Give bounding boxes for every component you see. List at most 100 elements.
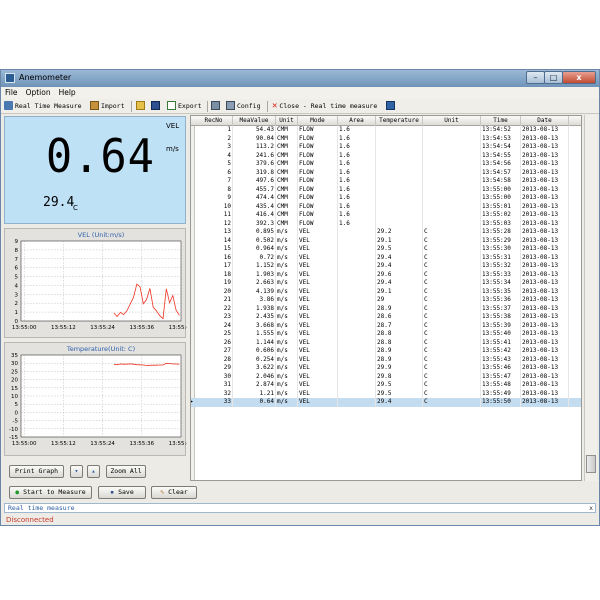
- table-cell: C: [423, 364, 481, 373]
- table-row[interactable]: 5 379.6 CMM FLOW 1.6 13:54:56 2013-08-13: [191, 160, 581, 169]
- zoom-out-button[interactable]: ▾: [70, 465, 83, 478]
- table-row[interactable]: 10 435.4 CMM FLOW 1.6 13:55:01 2013-08-13: [191, 202, 581, 211]
- temperature-chart-svg: Temperature(Unit: C)35302520151050-5-10-…: [9, 345, 187, 447]
- column-header-temperature[interactable]: Temperature: [376, 116, 423, 126]
- open-folder-button[interactable]: [136, 100, 147, 113]
- table-cell: [338, 355, 376, 364]
- status-tab[interactable]: Real time measure x: [4, 503, 596, 513]
- close-real-time-button[interactable]: ✕ Close - Real time measure: [272, 100, 377, 113]
- table-row[interactable]: 25 1.555 m/s VEL 28.8 C 13:55:40 2013-08-13: [191, 330, 581, 339]
- close-window-button[interactable]: x: [562, 71, 596, 84]
- title-bar[interactable]: Anemometer – □ x: [1, 70, 599, 87]
- table-row[interactable]: 12 392.3 CMM FLOW 1.6 13:55:03 2013-08-13: [191, 219, 581, 228]
- table-row[interactable]: 32 1.21 m/s VEL 29.5 C 13:55:49 2013-08-13: [191, 389, 581, 398]
- table-cell: [376, 168, 423, 177]
- scrollbar-thumb[interactable]: [586, 455, 596, 473]
- table-cell: CMM: [276, 143, 298, 152]
- table-row[interactable]: 6 319.8 CMM FLOW 1.6 13:54:57 2013-08-13: [191, 168, 581, 177]
- menu-help[interactable]: Help: [55, 87, 80, 98]
- table-row[interactable]: 4 241.6 CMM FLOW 1.6 13:54:55 2013-08-13: [191, 151, 581, 160]
- table-cell: m/s: [276, 228, 298, 237]
- column-header-area[interactable]: Area: [338, 116, 376, 126]
- column-header-time[interactable]: Time: [481, 116, 521, 126]
- table-cell: 3.86: [233, 296, 276, 305]
- table-row[interactable]: 15 0.964 m/s VEL 29.5 C 13:55:30 2013-08-13: [191, 245, 581, 254]
- table-row[interactable]: 28 0.254 m/s VEL 28.9 C 13:55:43 2013-08-13: [191, 355, 581, 364]
- table-cell: VEL: [298, 372, 338, 381]
- table-cell: [338, 253, 376, 262]
- table-cell: 2013-08-13: [521, 219, 569, 228]
- import-button[interactable]: Import: [90, 100, 124, 113]
- minimize-button[interactable]: –: [526, 71, 545, 84]
- table-cell: VEL: [298, 236, 338, 245]
- table-row[interactable]: 2 90.04 CMM FLOW 1.6 13:54:53 2013-08-13: [191, 134, 581, 143]
- menu-option[interactable]: Option: [22, 87, 55, 98]
- table-row[interactable]: 11 416.4 CMM FLOW 1.6 13:55:02 2013-08-13: [191, 211, 581, 220]
- zoom-in-button[interactable]: ▴: [87, 465, 100, 478]
- export-button[interactable]: Export: [167, 100, 201, 113]
- table-cell: 2013-08-13: [521, 228, 569, 237]
- column-header-recno[interactable]: RecNo: [195, 116, 233, 126]
- clear-button[interactable]: ✎ Clear: [151, 486, 197, 499]
- table-cell: VEL: [298, 330, 338, 339]
- table-cell: 0.502: [233, 236, 276, 245]
- table-row[interactable]: 23 2.435 m/s VEL 28.6 C 13:55:38 2013-08-13: [191, 313, 581, 322]
- table-cell: 2013-08-13: [521, 304, 569, 313]
- zoom-all-button[interactable]: Zoom All: [106, 465, 146, 478]
- table-row[interactable]: 33 0.64 m/s VEL 29.4 C 13:55:50 2013-08-13 ▸: [191, 398, 581, 407]
- table-cell: m/s: [276, 313, 298, 322]
- start-measure-button[interactable]: ● Start to Measure: [9, 486, 92, 499]
- y-tick-label: 5: [15, 275, 19, 281]
- table-row[interactable]: 16 0.72 m/s VEL 29.4 C 13:55:31 2013-08-13: [191, 253, 581, 262]
- table-row[interactable]: 9 474.4 CMM FLOW 1.6 13:55:00 2013-08-13: [191, 194, 581, 203]
- table-row[interactable]: 29 3.622 m/s VEL 29.9 C 13:55:46 2013-08-13: [191, 364, 581, 373]
- maximize-button[interactable]: □: [544, 71, 563, 84]
- table-cell: 1.6: [338, 151, 376, 160]
- table-cell: VEL: [298, 296, 338, 305]
- column-header-unit[interactable]: Unit: [276, 116, 298, 126]
- config-button[interactable]: Config: [226, 100, 260, 113]
- table-row[interactable]: 21 3.86 m/s VEL 29 C 13:55:36 2013-08-13: [191, 296, 581, 305]
- table-cell: [338, 228, 376, 237]
- table-cell: 29.1: [376, 287, 423, 296]
- table-row[interactable]: 19 2.663 m/s VEL 29.4 C 13:55:34 2013-08-13: [191, 279, 581, 288]
- table-row[interactable]: 1 54.43 CMM FLOW 1.6 13:54:52 2013-08-13: [191, 126, 581, 135]
- grid-vertical-scrollbar[interactable]: [584, 115, 597, 481]
- table-cell: 2013-08-13: [521, 389, 569, 398]
- table-row[interactable]: 13 0.895 m/s VEL 29.2 C 13:55:28 2013-08-13: [191, 228, 581, 237]
- column-header-mode[interactable]: Mode: [298, 116, 338, 126]
- real-time-measure-button[interactable]: Real Time Measure: [4, 100, 82, 113]
- save-file-button[interactable]: [151, 100, 162, 113]
- table-row[interactable]: 14 0.502 m/s VEL 29.1 C 13:55:29 2013-08-13: [191, 236, 581, 245]
- table-row[interactable]: 30 2.046 m/s VEL 29.8 C 13:55:47 2013-08-13: [191, 372, 581, 381]
- exit-button[interactable]: [386, 100, 397, 113]
- print-button[interactable]: [211, 100, 222, 113]
- menu-file[interactable]: File: [1, 87, 22, 98]
- save-button[interactable]: ▪ Save: [98, 486, 146, 499]
- table-cell: 13:55:35: [481, 287, 521, 296]
- status-close-button[interactable]: x: [589, 504, 593, 512]
- table-row[interactable]: 18 1.903 m/s VEL 29.6 C 13:55:33 2013-08-13: [191, 270, 581, 279]
- table-cell: C: [423, 398, 481, 407]
- table-cell: [376, 194, 423, 203]
- table-row[interactable]: 27 0.606 m/s VEL 28.9 C 13:55:42 2013-08-13: [191, 347, 581, 356]
- table-row[interactable]: 26 1.144 m/s VEL 28.8 C 13:55:41 2013-08-13: [191, 338, 581, 347]
- table-cell: VEL: [298, 398, 338, 407]
- y-tick-label: 30: [11, 361, 18, 367]
- table-row[interactable]: 8 455.7 CMM FLOW 1.6 13:55:00 2013-08-13: [191, 185, 581, 194]
- column-header-meavalue[interactable]: MeaValue: [233, 116, 276, 126]
- table-cell: 28.8: [376, 330, 423, 339]
- table-row[interactable]: 3 113.2 CMM FLOW 1.6 13:54:54 2013-08-13: [191, 143, 581, 152]
- column-header-date[interactable]: Date: [521, 116, 569, 126]
- column-header-unit[interactable]: Unit: [423, 116, 481, 126]
- table-cell: VEL: [298, 355, 338, 364]
- table-row[interactable]: 31 2.874 m/s VEL 29.5 C 13:55:48 2013-08-13: [191, 381, 581, 390]
- table-row[interactable]: 22 1.938 m/s VEL 28.9 C 13:55:37 2013-08-13: [191, 304, 581, 313]
- table-row[interactable]: 24 3.668 m/s VEL 28.7 C 13:55:39 2013-08-13: [191, 321, 581, 330]
- table-row[interactable]: 7 497.6 CMM FLOW 1.6 13:54:58 2013-08-13: [191, 177, 581, 186]
- print-graph-button[interactable]: Print Graph: [9, 465, 64, 478]
- table-cell: CMM: [276, 177, 298, 186]
- table-row[interactable]: 17 1.152 m/s VEL 29.4 C 13:55:32 2013-08-13: [191, 262, 581, 271]
- table-row[interactable]: 20 4.139 m/s VEL 29.1 C 13:55:35 2013-08-13: [191, 287, 581, 296]
- table-cell: 30: [195, 372, 233, 381]
